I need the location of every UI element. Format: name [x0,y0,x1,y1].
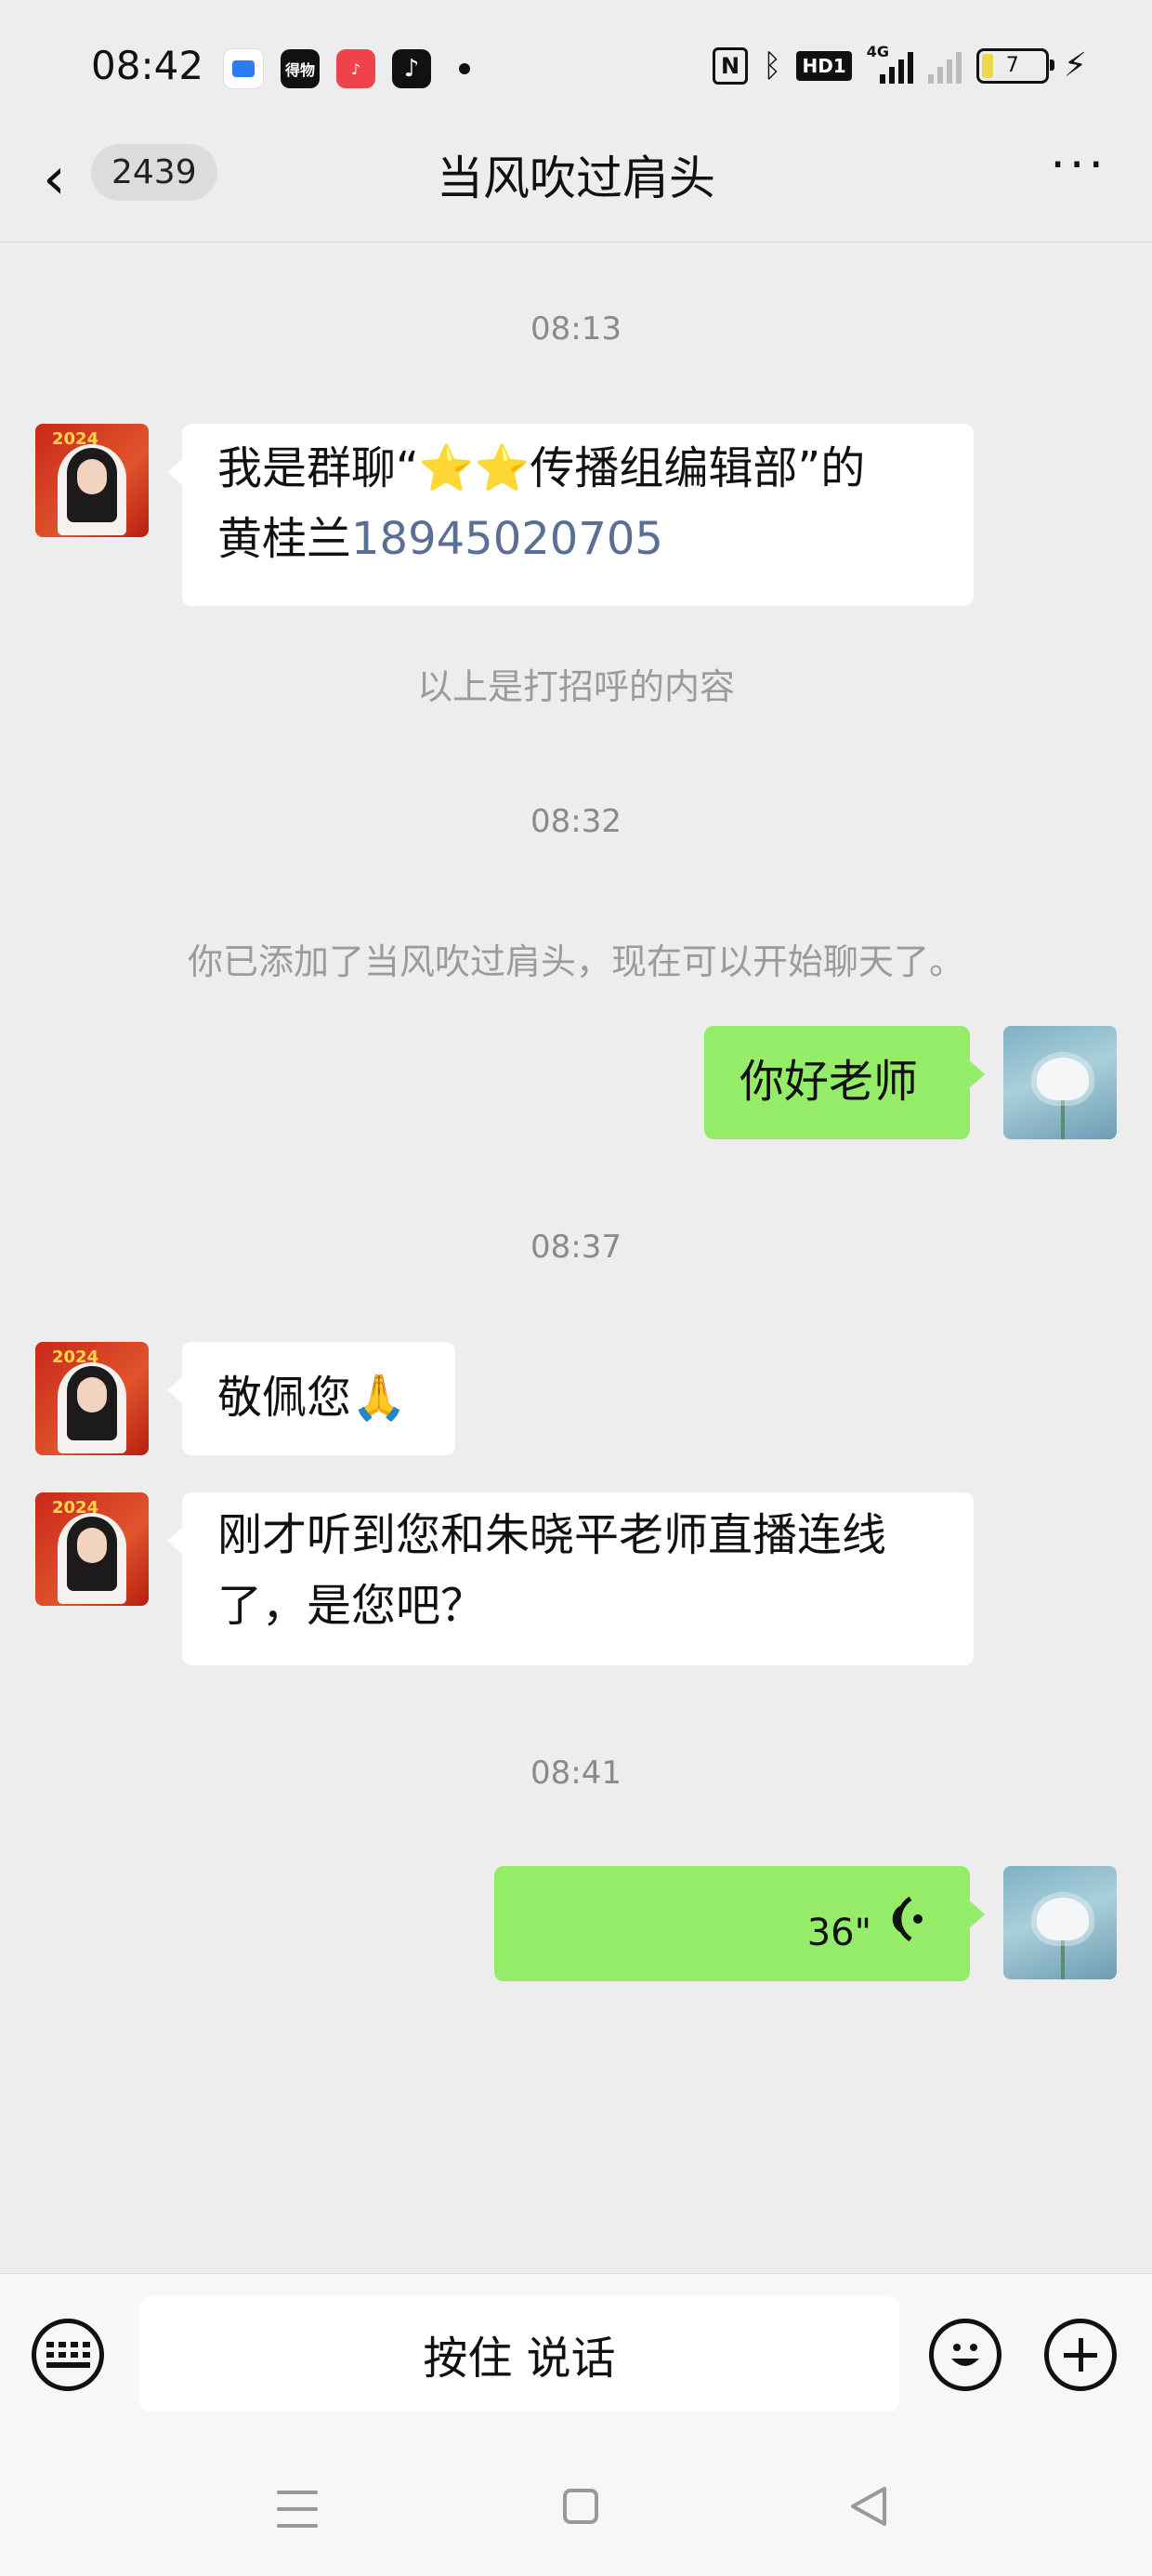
contact-avatar[interactable]: 2024 [35,1342,149,1455]
my-avatar[interactable] [1003,1026,1117,1139]
chat-title: 当风吹过肩头 [437,151,715,205]
status-app-icons: 得物 ♪ ♪ [223,48,470,89]
message-text-line2: 了，是您吧？ [217,1580,486,1632]
timestamp: 08:37 [530,1229,622,1266]
timestamp: 08:32 [530,803,622,840]
hd-icon: HD1 [796,50,852,81]
outgoing-message[interactable]: 你好老师 [704,1026,985,1139]
network-type-label: 4G [866,42,889,60]
voice-message[interactable]: 36" [494,1866,985,1981]
dewu-app-icon: 得物 [281,49,320,88]
my-avatar[interactable] [1003,1866,1117,1979]
status-bar: 08:42 得物 ♪ ♪ N ᛒ HD1 4G 7 ⚡ [0,0,1152,139]
contact-avatar[interactable]: 2024 [35,1492,149,1606]
chat-header: ‹ 2439 当风吹过肩头 ··· [0,121,1152,243]
incoming-message[interactable]: 敬佩您🙏 [167,1342,455,1455]
voice-wave-icon [892,1896,923,1942]
chat-input-bar: 按住 说话 [0,2273,1152,2454]
hold-to-talk-button[interactable]: 按住 说话 [139,2296,899,2412]
incoming-message[interactable]: 刚才听到您和朱晓平老师直播连线 了，是您吧？ [167,1492,974,1665]
keyboard-toggle-icon[interactable] [32,2319,104,2391]
timestamp: 08:13 [530,310,622,348]
status-time: 08:42 [91,43,204,88]
status-indicators: N ᛒ HD1 4G 7 ⚡ [713,42,1087,85]
system-message: 你已添加了当风吹过肩头，现在可以开始聊天了。 [187,941,964,982]
more-options-icon[interactable]: ··· [1050,138,1107,193]
incoming-message[interactable]: 我是群聊“⭐⭐传播组编辑部”的 黄桂兰18945020705 [167,424,974,606]
battery-icon: 7 [975,47,1054,84]
menu-icon[interactable] [277,2491,318,2541]
tiktok-app-icon: ♪ [392,49,431,88]
emoji-icon[interactable] [929,2319,1001,2391]
signal-strength-2-icon [927,48,962,84]
charging-icon: ⚡ [1063,46,1087,85]
message-text-line1: 我是群聊“⭐⭐传播组编辑部”的 [217,442,866,494]
music-app-icon: ♪ [336,49,375,88]
message-text-line2: 黄桂兰18945020705 [217,513,663,565]
blue-app-icon [223,48,264,89]
phone-number-link[interactable]: 18945020705 [351,513,663,565]
timestamp: 08:41 [530,1755,622,1792]
bluetooth-icon: ᛒ [763,46,782,85]
plus-icon[interactable] [1044,2319,1117,2391]
nfc-icon: N [713,46,749,85]
voice-duration: 36" [806,1912,871,1954]
more-notifications-dot [459,63,470,74]
battery-level: 7 [1005,54,1019,77]
message-text-line1: 刚才听到您和朱晓平老师直播连线 [217,1509,887,1561]
back-triangle-icon[interactable] [845,2483,892,2530]
message-text: 敬佩您🙏 [217,1372,407,1424]
system-nav-bar [0,2453,1152,2576]
system-message: 以上是打招呼的内容 [416,666,735,707]
home-icon[interactable] [563,2489,598,2524]
contact-avatar[interactable]: 2024 [35,424,149,537]
message-text: 你好老师 [740,1056,919,1108]
